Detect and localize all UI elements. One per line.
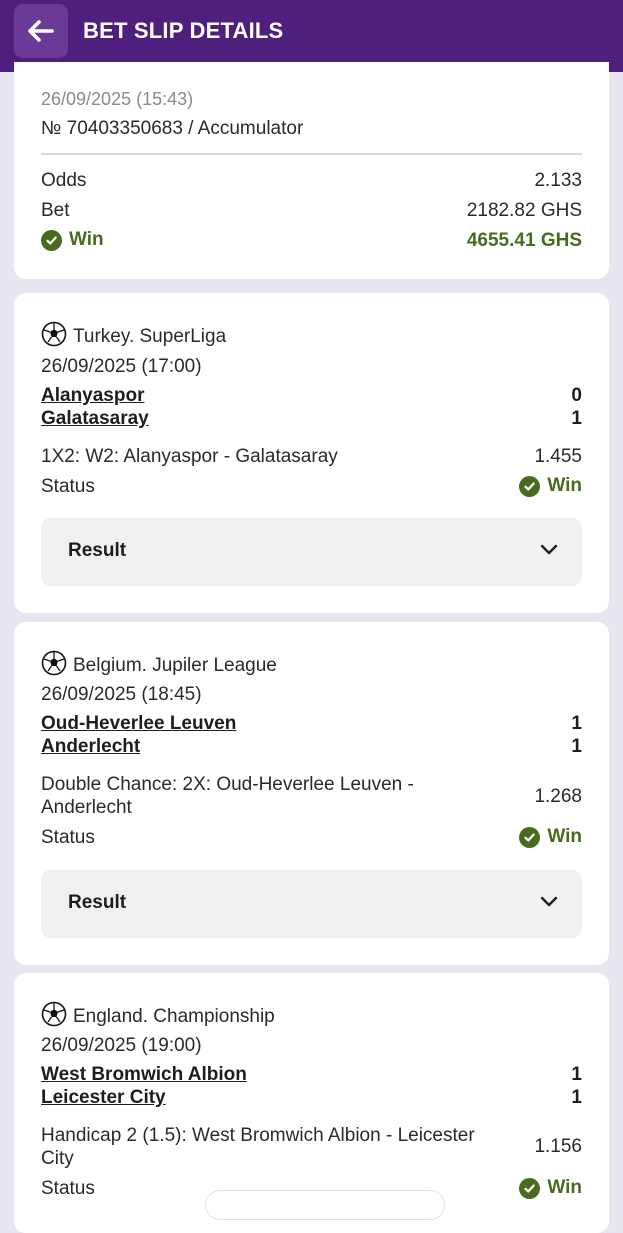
market-selection-line2: City <box>41 1148 74 1169</box>
status-value: Win <box>547 826 582 847</box>
result-expander[interactable]: Result <box>41 870 582 938</box>
status-label: Status <box>41 476 95 497</box>
status-win: Win <box>519 1177 582 1199</box>
back-button[interactable] <box>14 4 68 58</box>
status-label: Status <box>41 827 95 848</box>
event-date: 26/09/2025 (19:00) <box>41 1035 202 1056</box>
bet-value: 2182.82 GHS <box>466 200 582 221</box>
bet-label: Bet <box>41 200 70 221</box>
ticket-number: № 70403350683 / Accumulator <box>41 118 304 139</box>
event-card: Turkey. SuperLiga 26/09/2025 (17:00) Ala… <box>14 293 609 613</box>
league-row: Turkey. SuperLiga <box>41 321 226 348</box>
league-name: Belgium. Jupiler League <box>73 655 277 676</box>
home-team[interactable]: Alanyaspor <box>41 385 144 407</box>
soccer-ball-icon <box>41 321 67 347</box>
status-win: Win <box>519 475 582 497</box>
status-label: Status <box>41 1178 95 1199</box>
home-team[interactable]: Oud-Heverlee Leuven <box>41 713 236 735</box>
league-row: Belgium. Jupiler League <box>41 650 277 677</box>
selection-odd: 1.268 <box>534 786 582 807</box>
status-win: Win <box>519 826 582 848</box>
away-team[interactable]: Leicester City <box>41 1087 166 1109</box>
league-row: England. Championship <box>41 1001 275 1028</box>
win-label: Win <box>69 229 104 250</box>
bet-summary-card: 26/09/2025 (15:43) № 70403350683 / Accum… <box>14 62 609 279</box>
league-name: Turkey. SuperLiga <box>73 326 227 347</box>
status-value: Win <box>547 1177 582 1198</box>
divider <box>41 153 582 155</box>
home-score: 0 <box>571 385 582 406</box>
selection-odd: 1.156 <box>534 1136 582 1157</box>
away-team[interactable]: Galatasaray <box>41 408 149 430</box>
soccer-ball-icon <box>41 1001 67 1027</box>
check-circle-icon <box>519 826 541 848</box>
event-card: Belgium. Jupiler League 26/09/2025 (18:4… <box>14 622 609 965</box>
arrow-left-icon <box>28 20 54 42</box>
check-circle-icon <box>41 229 62 251</box>
check-circle-icon <box>519 1177 541 1199</box>
away-score: 1 <box>571 408 582 429</box>
payout-value: 4655.41 GHS <box>466 230 582 251</box>
away-score: 1 <box>571 736 582 757</box>
odds-value: 2.133 <box>534 170 582 191</box>
chevron-down-icon <box>540 896 558 907</box>
bet-date: 26/09/2025 (15:43) <box>41 89 194 109</box>
home-team[interactable]: West Bromwich Albion <box>41 1064 247 1086</box>
home-score: 1 <box>571 713 582 734</box>
result-label: Result <box>68 892 127 913</box>
away-score: 1 <box>571 1087 582 1108</box>
home-score: 1 <box>571 1064 582 1085</box>
odds-label: Odds <box>41 170 87 191</box>
market-selection-line1: Handicap 2 (1.5): West Bromwich Albion -… <box>41 1125 475 1146</box>
result-expander[interactable]: Result <box>41 518 582 586</box>
selection-odd: 1.455 <box>534 446 582 467</box>
market-selection: 1X2: W2: Alanyaspor - Galatasaray <box>41 446 338 467</box>
market-selection-line2: Anderlecht <box>41 797 132 818</box>
away-team[interactable]: Anderlecht <box>41 736 140 758</box>
page-title: BET SLIP DETAILS <box>83 18 284 43</box>
event-date: 26/09/2025 (18:45) <box>41 684 202 705</box>
status-value: Win <box>547 475 582 496</box>
result-label: Result <box>68 540 127 561</box>
event-date: 26/09/2025 (17:00) <box>41 356 202 377</box>
market-selection-line1: Double Chance: 2X: Oud-Heverlee Leuven - <box>41 774 414 795</box>
chevron-down-icon <box>540 544 558 555</box>
check-circle-icon <box>519 475 541 497</box>
bottom-floating-bar[interactable] <box>205 1190 445 1220</box>
win-status: Win <box>41 229 104 251</box>
soccer-ball-icon <box>41 650 67 676</box>
league-name: England. Championship <box>73 1006 275 1027</box>
